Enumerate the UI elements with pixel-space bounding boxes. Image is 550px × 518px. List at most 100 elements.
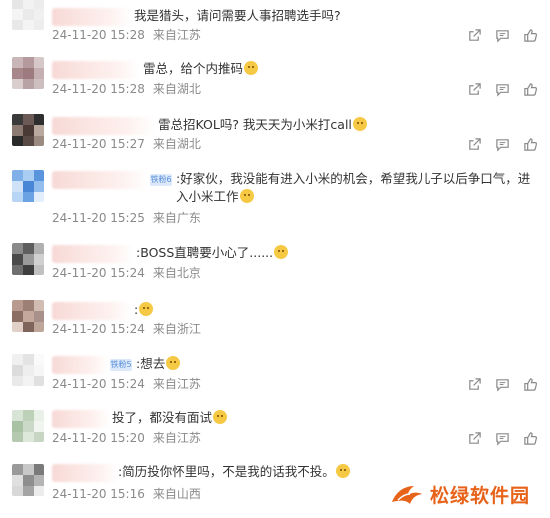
like-icon[interactable] xyxy=(522,136,538,152)
comment-icon[interactable] xyxy=(494,81,510,97)
avatar-mosaic-cell xyxy=(12,322,23,332)
comment-meta: 24-11-20 15:20 来自江苏 xyxy=(52,430,201,446)
avatar[interactable] xyxy=(12,243,44,275)
avatar-mosaic-cell xyxy=(12,300,23,311)
username-blurred[interactable] xyxy=(52,464,118,482)
like-icon[interactable] xyxy=(522,376,538,392)
avatar-mosaic-cell xyxy=(34,68,44,79)
avatar-mosaic-cell xyxy=(34,136,44,146)
comment-meta: 24-11-20 15:28 来自江苏 xyxy=(52,27,201,43)
avatar-mosaic-cell xyxy=(12,410,23,421)
username-blurred[interactable] xyxy=(52,356,108,374)
avatar[interactable] xyxy=(12,0,44,30)
avatar[interactable] xyxy=(12,354,44,386)
username-blurred[interactable] xyxy=(52,410,110,428)
emoji-icon xyxy=(239,189,254,203)
username-blurred[interactable] xyxy=(52,302,132,320)
avatar-mosaic-cell xyxy=(34,79,44,89)
avatar-mosaic-cell xyxy=(34,475,44,486)
avatar-mosaic-cell xyxy=(12,0,23,9)
comment-icon[interactable] xyxy=(494,376,510,392)
avatar-mosaic-cell xyxy=(23,432,34,442)
comment-meta: 24-11-20 15:27 来自湖北 xyxy=(52,136,201,152)
avatar-mosaic-cell xyxy=(12,311,23,322)
comment-location: 来自北京 xyxy=(152,266,201,280)
comment-meta: 24-11-20 15:24 来自北京 xyxy=(52,265,201,281)
avatar-mosaic-cell xyxy=(34,243,44,254)
avatar-mosaic-cell xyxy=(34,300,44,311)
avatar-mosaic-cell xyxy=(34,376,44,386)
emoji-icon xyxy=(244,61,259,75)
avatar-mosaic-cell xyxy=(23,354,34,365)
avatar[interactable] xyxy=(12,170,44,202)
watermark-logo-icon xyxy=(391,486,422,504)
like-icon[interactable] xyxy=(522,81,538,97)
share-icon[interactable] xyxy=(466,27,482,43)
emoji-icon xyxy=(166,356,181,370)
comment-text: :简历投你怀里吗，不是我的话我不投。 xyxy=(118,463,350,481)
comment-meta: 24-11-20 15:24 来自浙江 xyxy=(52,321,201,337)
username-blurred[interactable] xyxy=(52,8,132,26)
comment-location: 来自江苏 xyxy=(152,377,201,391)
comment-location: 来自江苏 xyxy=(152,431,201,445)
username-blurred[interactable] xyxy=(52,171,148,189)
avatar-mosaic-cell xyxy=(23,170,34,181)
avatar[interactable] xyxy=(12,57,44,89)
avatar-mosaic-cell xyxy=(34,311,44,322)
avatar[interactable] xyxy=(12,114,44,146)
avatar[interactable] xyxy=(12,464,44,496)
comment-text: 雷总，给个内推码 xyxy=(143,60,259,78)
comment-meta: 24-11-20 15:28 来自湖北 xyxy=(52,81,201,97)
comment-icon[interactable] xyxy=(494,27,510,43)
avatar-mosaic-cell xyxy=(12,68,23,79)
avatar-mosaic-cell xyxy=(34,125,44,136)
avatar-mosaic-cell xyxy=(12,79,23,89)
comment-icon[interactable] xyxy=(494,430,510,446)
comment-date: 24-11-20 15:28 xyxy=(52,82,145,96)
comment-meta: 24-11-20 15:16 来自山西 xyxy=(52,486,201,502)
share-icon[interactable] xyxy=(466,81,482,97)
share-icon[interactable] xyxy=(466,376,482,392)
avatar-mosaic-cell xyxy=(23,125,34,136)
comment-actions xyxy=(466,81,538,97)
comment-text: 投了，都没有面试 xyxy=(112,409,228,427)
avatar-mosaic-cell xyxy=(34,192,44,202)
username-blurred[interactable] xyxy=(52,61,140,79)
comment-text: 我是猎头，请问需要人事招聘选手吗? xyxy=(134,8,341,23)
avatar-mosaic-cell xyxy=(12,421,23,432)
comment-icon[interactable] xyxy=(494,136,510,152)
avatar-mosaic-cell xyxy=(12,376,23,386)
avatar-mosaic-cell xyxy=(23,20,34,30)
avatar-mosaic-cell xyxy=(12,136,23,146)
comment-actions xyxy=(466,27,538,43)
like-icon[interactable] xyxy=(522,430,538,446)
avatar-mosaic-cell xyxy=(34,0,44,9)
avatar-mosaic-cell xyxy=(23,192,34,202)
share-icon[interactable] xyxy=(466,430,482,446)
avatar-mosaic-cell xyxy=(34,170,44,181)
emoji-icon xyxy=(274,245,289,259)
avatar-mosaic-cell xyxy=(12,486,23,496)
avatar-mosaic-cell xyxy=(23,365,34,376)
avatar-mosaic-cell xyxy=(34,354,44,365)
avatar-mosaic-cell xyxy=(23,136,34,146)
username-blurred[interactable] xyxy=(52,245,134,263)
avatar-mosaic-cell xyxy=(34,265,44,275)
avatar-mosaic-cell xyxy=(23,114,34,125)
comment-date: 24-11-20 15:16 xyxy=(52,487,145,501)
site-watermark: 松绿软件园 xyxy=(390,480,530,508)
avatar-mosaic-cell xyxy=(23,376,34,386)
like-icon[interactable] xyxy=(522,27,538,43)
comment-date: 24-11-20 15:28 xyxy=(52,28,145,42)
avatar[interactable] xyxy=(12,410,44,442)
avatar-mosaic-cell xyxy=(34,9,44,20)
avatar-mosaic-cell xyxy=(12,354,23,365)
share-icon[interactable] xyxy=(466,136,482,152)
username-blurred[interactable] xyxy=(52,117,156,135)
fans-badge: 铁粉6 xyxy=(150,174,172,186)
avatar-mosaic-cell xyxy=(23,486,34,496)
avatar[interactable] xyxy=(12,300,44,332)
avatar-mosaic-cell xyxy=(12,265,23,275)
avatar-mosaic-cell xyxy=(34,365,44,376)
avatar-mosaic-cell xyxy=(34,432,44,442)
